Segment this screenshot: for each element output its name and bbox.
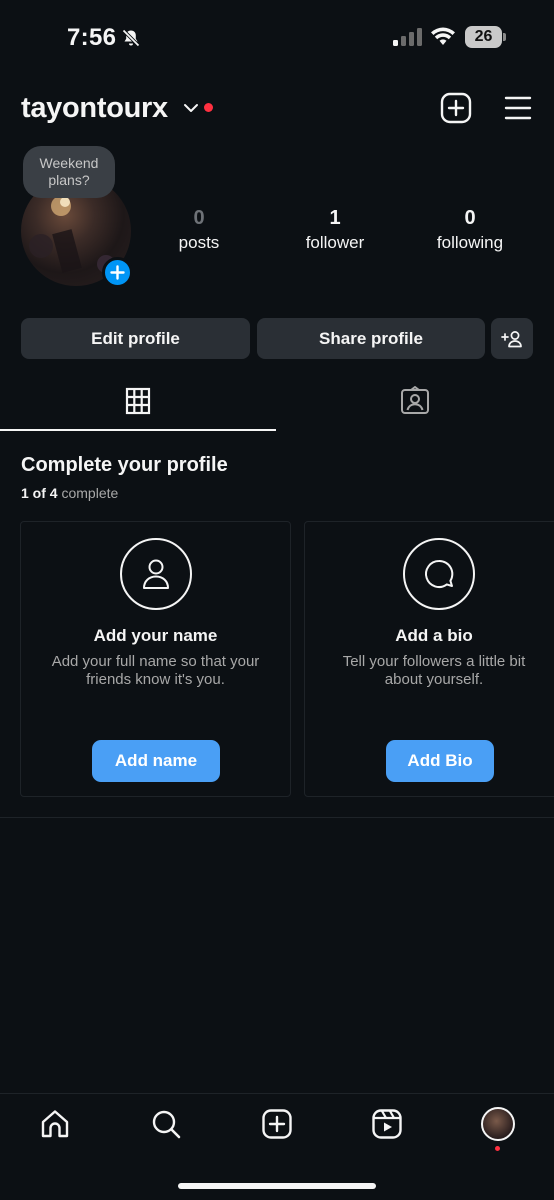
tab-tagged[interactable] <box>277 386 553 432</box>
notification-dot <box>204 103 213 112</box>
add-story-button[interactable] <box>102 257 133 288</box>
complete-profile-title: Complete your profile <box>21 454 228 476</box>
followers-label: follower <box>305 233 365 252</box>
chevron-down-icon[interactable] <box>183 102 199 114</box>
progress-word: complete <box>61 485 119 501</box>
progress-count: 1 of 4 <box>21 485 58 501</box>
following-label: following <box>436 233 504 252</box>
followers-count: 1 <box>329 207 341 229</box>
profile-tab-avatar[interactable] <box>481 1107 515 1141</box>
speech-bubble-icon <box>425 559 454 588</box>
add-bio-card: Add a bio Tell your followers a little b… <box>304 521 554 797</box>
username-switcher[interactable]: tayontourx <box>21 92 168 125</box>
bell-off-icon <box>122 29 140 47</box>
status-time: 7:56 <box>67 24 117 51</box>
cellular-signal-icon <box>393 28 422 46</box>
share-profile-button[interactable]: Share profile <box>257 318 485 359</box>
home-indicator[interactable] <box>178 1183 376 1189</box>
add-person-icon <box>501 330 522 347</box>
discover-people-button[interactable] <box>491 318 533 359</box>
create-icon[interactable] <box>261 1108 293 1140</box>
following-count: 0 <box>464 207 476 229</box>
home-icon[interactable] <box>39 1108 71 1140</box>
profile-notification-dot <box>495 1146 500 1151</box>
followers-stat[interactable]: 1 follower <box>275 207 395 253</box>
battery-indicator: 26 <box>465 26 507 48</box>
add-name-card: Add your name Add your full name so that… <box>20 521 291 797</box>
bottom-nav-border <box>0 1093 554 1094</box>
posts-count: 0 <box>193 207 205 229</box>
wifi-icon <box>431 27 455 45</box>
card-title: Add a bio <box>395 626 473 645</box>
card-description: Add your full name so that your friends … <box>51 653 260 688</box>
tab-posts-grid[interactable] <box>0 386 276 432</box>
hamburger-menu-icon[interactable] <box>504 95 532 121</box>
grid-icon <box>125 387 151 415</box>
active-tab-indicator <box>0 429 276 431</box>
card-title: Add your name <box>93 626 218 645</box>
posts-label: posts <box>178 233 220 252</box>
battery-level: 26 <box>474 28 493 45</box>
add-bio-button[interactable]: Add Bio <box>386 740 494 782</box>
complete-profile-progress: 1 of 4 complete <box>21 485 118 501</box>
person-icon <box>143 559 169 589</box>
following-stat[interactable]: 0 following <box>410 207 530 253</box>
card-description: Tell your followers a little bit about y… <box>342 653 526 688</box>
note-bubble[interactable]: Weekend plans? <box>23 146 115 198</box>
posts-stat: 0 posts <box>139 207 259 253</box>
card-icon-circle <box>120 538 192 610</box>
search-icon[interactable] <box>150 1108 182 1140</box>
edit-profile-button[interactable]: Edit profile <box>21 318 250 359</box>
plus-icon <box>110 265 125 280</box>
card-icon-circle <box>403 538 475 610</box>
create-post-icon[interactable] <box>440 92 472 124</box>
tagged-person-icon <box>401 386 429 414</box>
add-name-button[interactable]: Add name <box>92 740 220 782</box>
reels-icon[interactable] <box>371 1108 403 1140</box>
section-divider <box>0 817 554 818</box>
